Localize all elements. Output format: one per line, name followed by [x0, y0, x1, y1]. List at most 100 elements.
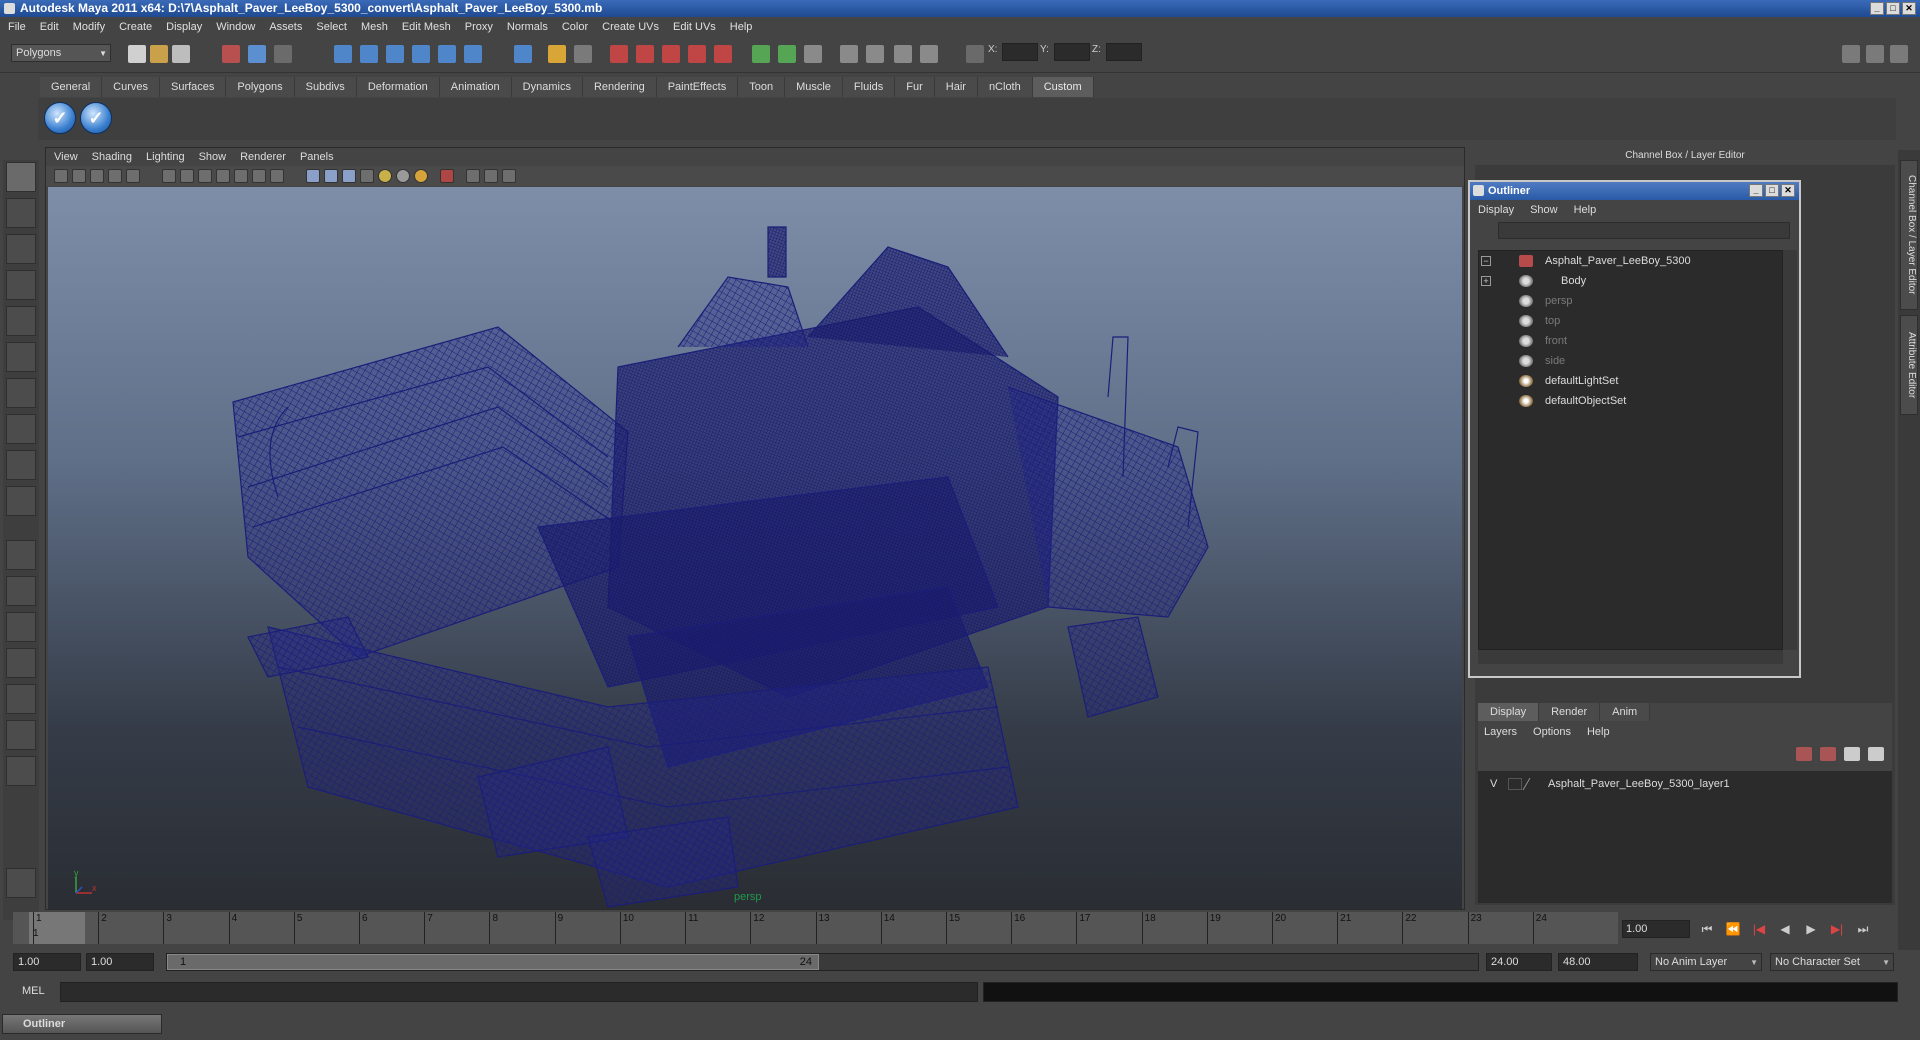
minimized-outliner-tab[interactable]: Outliner: [2, 1014, 162, 1034]
menu-set-dropdown[interactable]: Polygons: [11, 44, 111, 62]
toggle-attribute-editor-icon[interactable]: [1842, 45, 1860, 63]
viewport-menu-show[interactable]: Show: [199, 151, 227, 163]
snap-surface-icon[interactable]: [464, 45, 482, 63]
menu-window[interactable]: Window: [216, 21, 255, 33]
outliner-close-button[interactable]: ✕: [1781, 184, 1795, 197]
shelf-tab-muscle[interactable]: Muscle: [785, 77, 843, 97]
shelf-tab-ncloth[interactable]: nCloth: [977, 77, 1033, 97]
perspective-viewport[interactable]: y x persp: [48, 187, 1462, 909]
single-perspective-layout-icon[interactable]: [6, 540, 36, 570]
menu-display[interactable]: Display: [166, 21, 202, 33]
menu-mesh[interactable]: Mesh: [361, 21, 388, 33]
shelf-tab-hair[interactable]: Hair: [934, 77, 978, 97]
shelf-tab-dynamics[interactable]: Dynamics: [511, 77, 583, 97]
make-live-icon[interactable]: [438, 45, 456, 63]
time-slider[interactable]: 1 2 3 4 5 6 7 8 9 10 11 12 13 14 15 16 17 18 19 20 21 22 23 24 1: [13, 912, 1618, 944]
playback-start-field[interactable]: 1.00: [86, 953, 154, 971]
viewport-menu-lighting[interactable]: Lighting: [146, 151, 185, 163]
menu-assets[interactable]: Assets: [269, 21, 302, 33]
hypershade-layout-icon[interactable]: [6, 684, 36, 714]
bookmarks-icon[interactable]: [90, 169, 104, 183]
shelf-tab-custom[interactable]: Custom: [1032, 77, 1094, 97]
hypershade-icon[interactable]: [688, 45, 706, 63]
step-back-frame-icon[interactable]: |◀: [1750, 920, 1768, 938]
persp-graph-layout-icon[interactable]: [6, 648, 36, 678]
layer-menu-layers[interactable]: Layers: [1484, 726, 1517, 738]
input-line-icon[interactable]: [752, 45, 770, 63]
paver-wireframe-model[interactable]: [48, 187, 1462, 909]
menu-file[interactable]: File: [8, 21, 26, 33]
outliner-title-bar[interactable]: Outliner _ □ ✕: [1470, 182, 1799, 200]
go-to-start-icon[interactable]: ⏮: [1698, 920, 1716, 938]
safe-title-icon[interactable]: [270, 169, 284, 183]
show-tool-settings-icon[interactable]: [840, 45, 858, 63]
viewport-menu-renderer[interactable]: Renderer: [240, 151, 286, 163]
shadows-icon[interactable]: [396, 169, 410, 183]
outliner-menu-display[interactable]: Display: [1478, 204, 1514, 216]
select-camera-icon[interactable]: [54, 169, 68, 183]
anim-layer-dropdown[interactable]: No Anim Layer: [1650, 953, 1762, 971]
soft-modification-icon[interactable]: [6, 414, 36, 444]
toggle-channel-box-icon[interactable]: [1890, 45, 1908, 63]
outliner-menu-show[interactable]: Show: [1530, 204, 1558, 216]
help-query-icon[interactable]: [514, 45, 532, 63]
smooth-shade-icon[interactable]: [324, 169, 338, 183]
grid-icon[interactable]: [162, 169, 176, 183]
collapse-icon[interactable]: −: [1481, 256, 1491, 266]
minimize-button[interactable]: _: [1870, 2, 1884, 15]
gate-mask-icon[interactable]: [216, 169, 230, 183]
close-button[interactable]: ✕: [1902, 2, 1916, 15]
shelf-tab-deformation[interactable]: Deformation: [356, 77, 440, 97]
construction-history-icon[interactable]: [574, 45, 592, 63]
outliner-item[interactable]: defaultLightSet: [1479, 371, 1782, 391]
layer-color-swatch[interactable]: [1522, 778, 1540, 790]
shelf-tab-surfaces[interactable]: Surfaces: [159, 77, 227, 97]
outliner-minimize-button[interactable]: _: [1749, 184, 1763, 197]
ipr-render-icon[interactable]: [636, 45, 654, 63]
render-icon[interactable]: [610, 45, 628, 63]
film-gate-icon[interactable]: [180, 169, 194, 183]
outliner-item[interactable]: top: [1479, 311, 1782, 331]
y-field[interactable]: [1054, 43, 1090, 61]
save-scene-icon[interactable]: [172, 45, 190, 63]
render-settings-icon[interactable]: [662, 45, 680, 63]
shelf-tab-polygons[interactable]: Polygons: [226, 77, 295, 97]
viewport-menu-view[interactable]: View: [54, 151, 78, 163]
show-channel-box-icon[interactable]: [866, 45, 884, 63]
side-tab-channel-box[interactable]: Channel Box / Layer Editor: [1900, 160, 1918, 310]
side-tab-attribute-editor[interactable]: Attribute Editor: [1900, 315, 1918, 415]
persp-outliner-layout-icon[interactable]: [6, 612, 36, 642]
snap-curve-icon[interactable]: [360, 45, 378, 63]
layer-menu-options[interactable]: Options: [1533, 726, 1571, 738]
playback-end-field[interactable]: 24.00: [1486, 953, 1552, 971]
menu-color[interactable]: Color: [562, 21, 588, 33]
layout-options-icon[interactable]: [6, 756, 36, 786]
four-view-layout-icon[interactable]: [6, 576, 36, 606]
field-chart-icon[interactable]: [234, 169, 248, 183]
snap-point-icon[interactable]: [386, 45, 404, 63]
outliner-menu-help[interactable]: Help: [1574, 204, 1597, 216]
shelf-tab-animation[interactable]: Animation: [439, 77, 512, 97]
x-field[interactable]: [1002, 43, 1038, 61]
layer-row[interactable]: V Asphalt_Paver_LeeBoy_5300_layer1: [1478, 775, 1892, 793]
layer-tab-display[interactable]: Display: [1478, 703, 1540, 721]
menu-select[interactable]: Select: [316, 21, 347, 33]
show-layer-editor-icon[interactable]: [894, 45, 912, 63]
lasso-tool-icon[interactable]: [6, 198, 36, 228]
move-tool-icon[interactable]: [6, 270, 36, 300]
layer-menu-help[interactable]: Help: [1587, 726, 1610, 738]
menu-help[interactable]: Help: [730, 21, 753, 33]
mel-command-input[interactable]: [60, 982, 978, 1002]
shelf-tab-rendering[interactable]: Rendering: [582, 77, 657, 97]
range-slider-handle[interactable]: 1 24: [167, 954, 819, 970]
viewport-menu-panels[interactable]: Panels: [300, 151, 334, 163]
outliner-item[interactable]: persp: [1479, 291, 1782, 311]
animation-start-field[interactable]: 1.00: [13, 953, 81, 971]
maximize-button[interactable]: □: [1886, 2, 1900, 15]
resolution-gate-icon[interactable]: [198, 169, 212, 183]
xray-components-icon[interactable]: [502, 169, 516, 183]
outliner-item[interactable]: + Body: [1479, 271, 1782, 291]
snap-grid-icon[interactable]: [334, 45, 352, 63]
step-forward-frame-icon[interactable]: ▶|: [1828, 920, 1846, 938]
select-by-component-icon[interactable]: [274, 45, 292, 63]
